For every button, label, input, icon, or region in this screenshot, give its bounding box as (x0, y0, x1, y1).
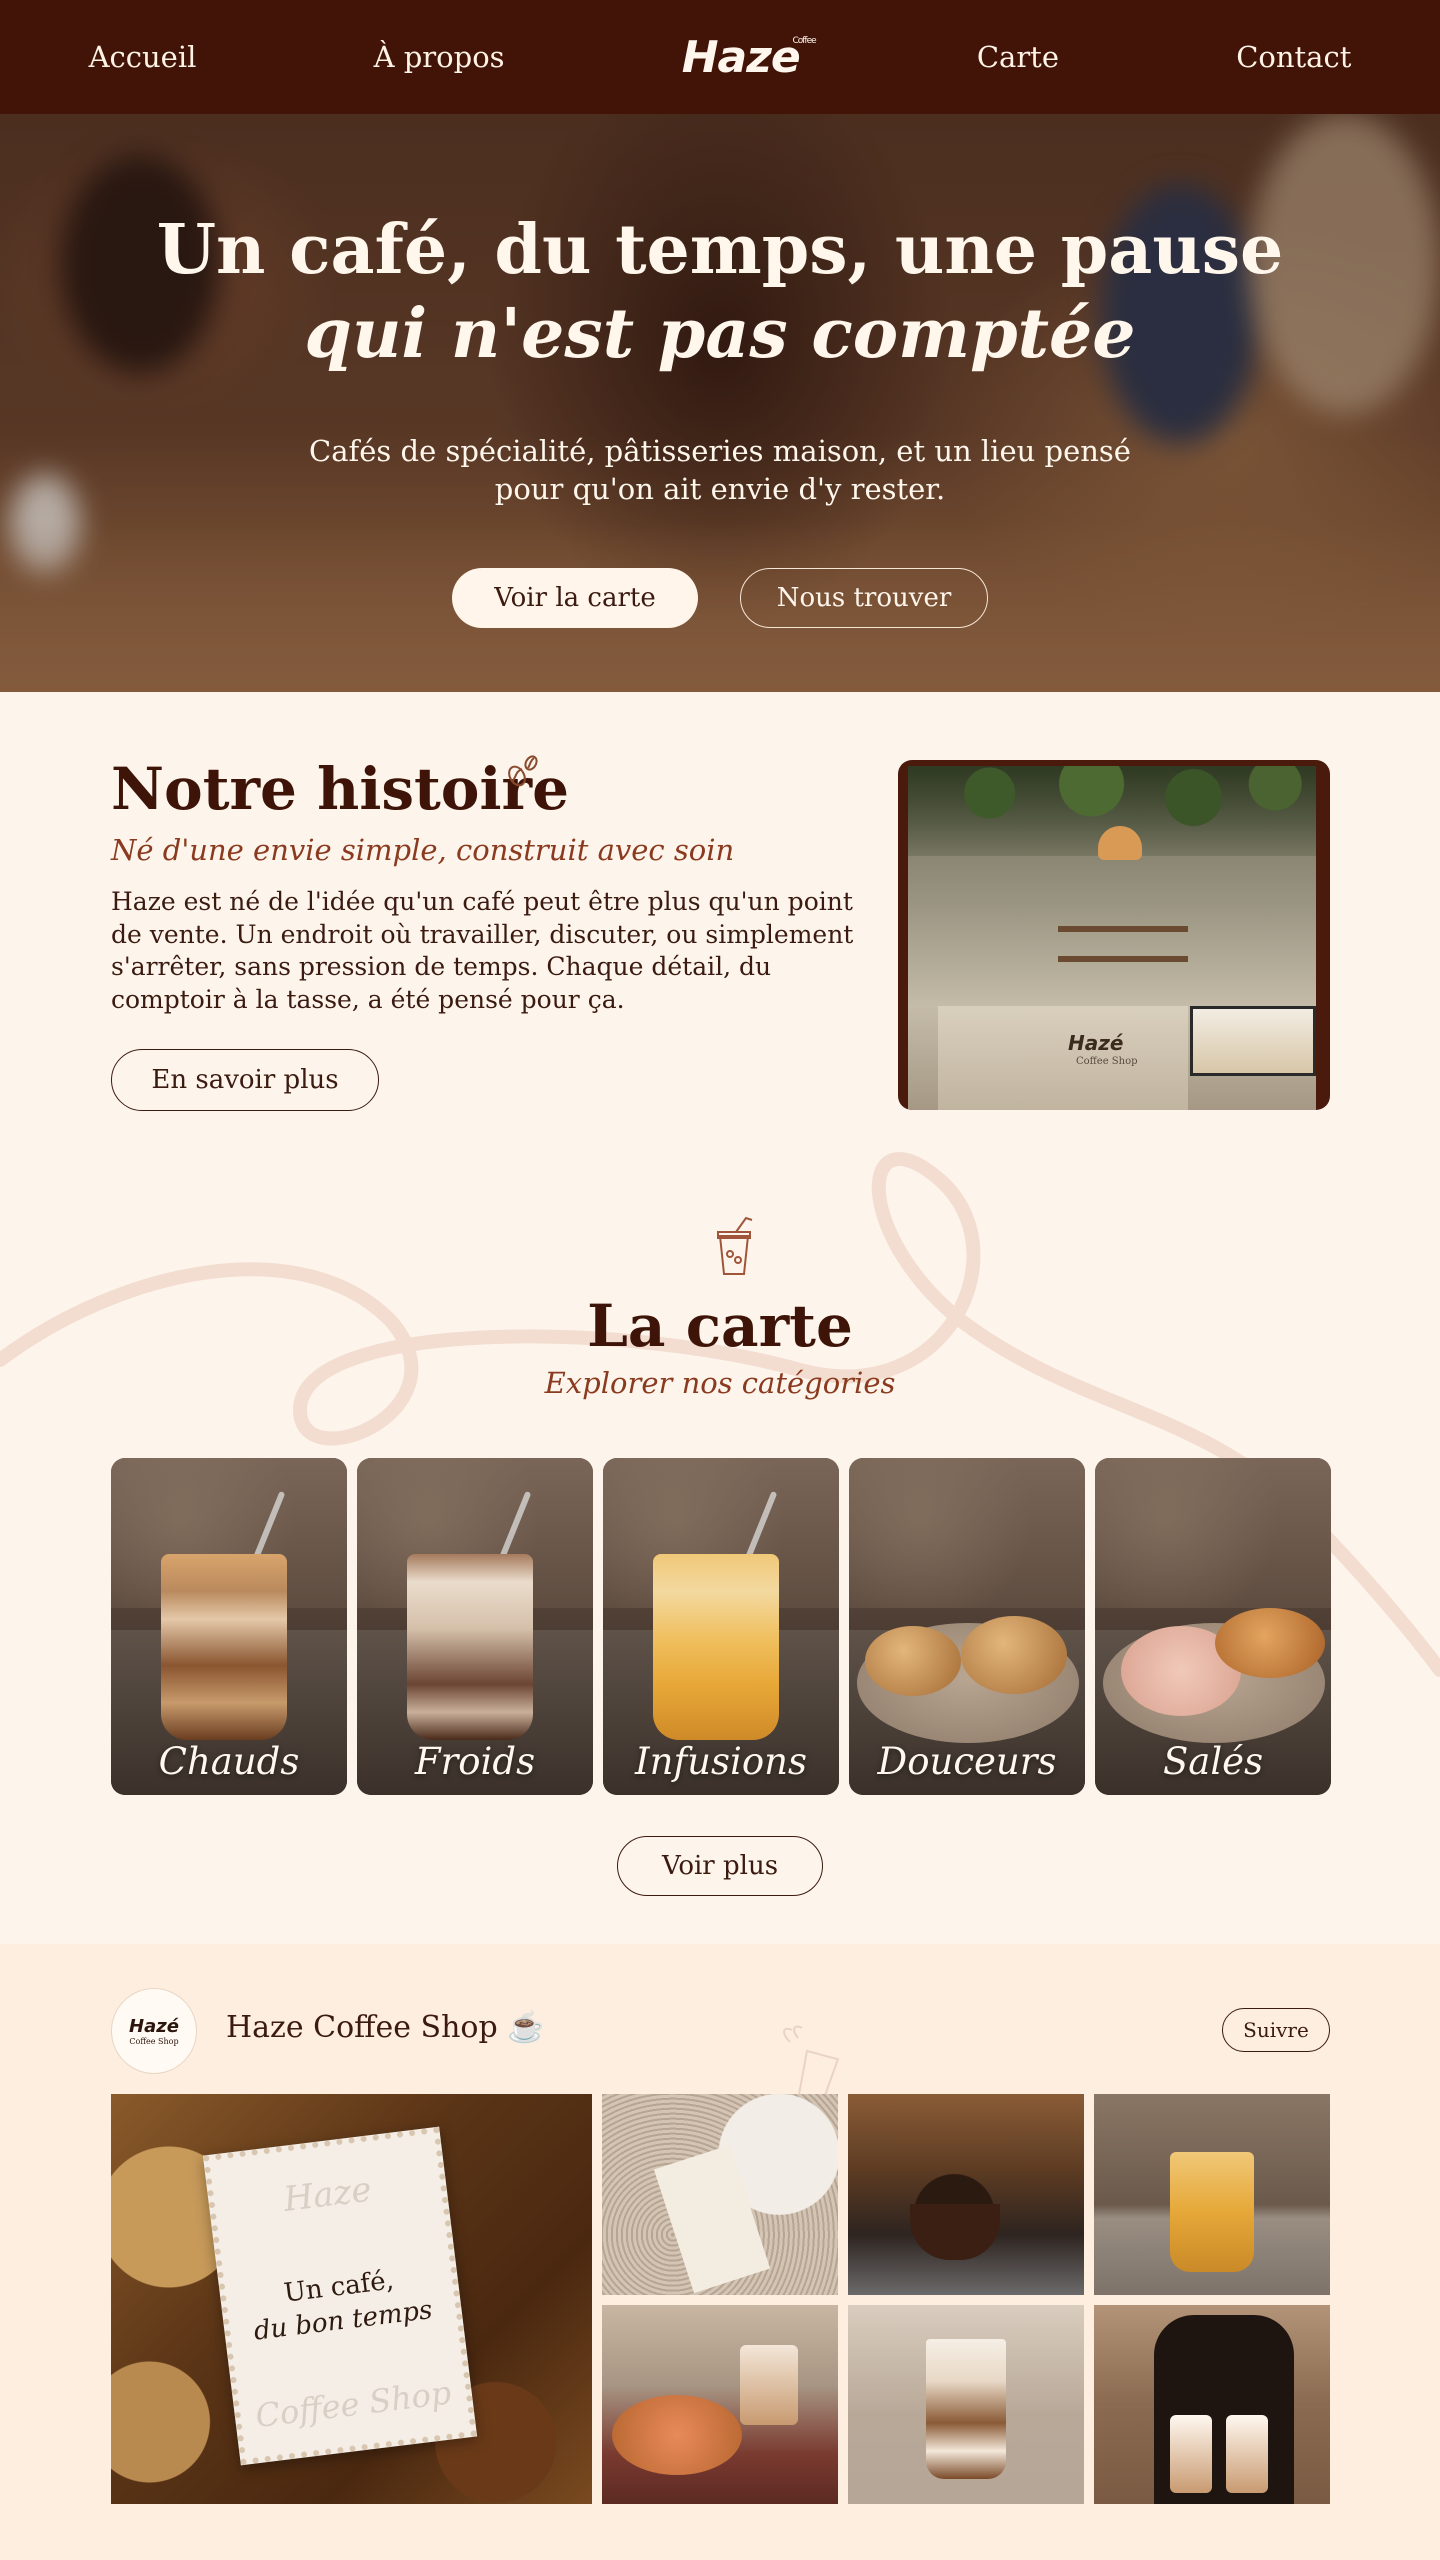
instagram-post-featured[interactable]: Haze Un café, du bon temps Coffee Shop (111, 2094, 592, 2504)
avatar-sub: Coffee Shop (129, 2037, 179, 2046)
account-name[interactable]: Haze Coffee Shop ☕ (226, 2010, 545, 2045)
menu-title: La carte (587, 1292, 853, 1360)
espresso-cup-image (910, 2204, 1000, 2260)
category-label: Chauds (158, 1740, 300, 1783)
iced-tea-glass (653, 1554, 779, 1740)
category-card-douceurs[interactable]: Douceurs (849, 1458, 1085, 1795)
avatar[interactable]: Hazé Coffee Shop (111, 1988, 197, 2074)
pastry-display (1190, 1006, 1316, 1076)
hero-subtitle: Cafés de spécialité, pâtisseries maison,… (309, 434, 1131, 506)
frappe-cup-image (926, 2339, 1006, 2479)
instagram-post[interactable] (1094, 2094, 1330, 2295)
instagram-post[interactable] (848, 2094, 1084, 2295)
story-title: Notre histoire (111, 755, 569, 823)
coffee-beans-icon (503, 752, 543, 796)
nav-link-accueil[interactable]: Accueil (89, 40, 197, 74)
instagram-post[interactable] (602, 2094, 838, 2295)
category-label: Froids (414, 1740, 536, 1783)
instagram-post[interactable] (1094, 2305, 1330, 2504)
coffee-shop-photo: Hazé Coffee Shop (898, 760, 1330, 1110)
en-savoir-plus-button[interactable]: En savoir plus (111, 1049, 379, 1111)
story-paragraph: Haze est né de l'idée qu'un café peut êt… (111, 887, 854, 1014)
hero-title: Un café, du temps, une pause (156, 210, 1284, 290)
nav-link-carte[interactable]: Carte (977, 40, 1059, 74)
nav-link-contact[interactable]: Contact (1236, 40, 1351, 74)
instagram-post[interactable] (848, 2305, 1084, 2504)
counter-sign-sub: Coffee Shop (1076, 1056, 1138, 1067)
top-navigation: Accueil À propos Haze Coffee Carte Conta… (0, 0, 1440, 114)
nav-link-a-propos[interactable]: À propos (374, 40, 505, 74)
logo[interactable]: Haze Coffee (681, 31, 817, 83)
instagram-post[interactable] (602, 2305, 838, 2504)
category-label: Infusions (635, 1740, 807, 1783)
bagel-image (1215, 1608, 1325, 1678)
voir-plus-button[interactable]: Voir plus (617, 1836, 823, 1896)
cookie-image (961, 1616, 1067, 1694)
category-card-chauds[interactable]: Chauds (111, 1458, 347, 1795)
category-label: Douceurs (877, 1740, 1057, 1783)
avatar-logo: Hazé (129, 2016, 179, 2037)
category-card-froids[interactable]: Froids (357, 1458, 593, 1795)
suivre-button[interactable]: Suivre (1222, 2008, 1330, 2052)
postcard-stamp: Haze Un café, du bon temps Coffee Shop (202, 2126, 478, 2466)
nous-trouver-button[interactable]: Nous trouver (740, 568, 988, 628)
latte-mug-image (740, 2345, 798, 2425)
menu-subtitle: Explorer nos catégories (544, 1366, 896, 1400)
iced-tea-image (1170, 2152, 1254, 2272)
hero-section: Un café, du temps, une pause qui n'est p… (0, 114, 1440, 692)
story-subtitle: Né d'une envie simple, construit avec so… (111, 833, 735, 867)
category-label: Salés (1162, 1740, 1264, 1783)
menu-paper-image (653, 2144, 771, 2294)
coffee-counter (938, 1006, 1188, 1110)
logo-text: Haze (681, 31, 801, 83)
bagel-image (612, 2395, 742, 2475)
cookie-image (865, 1626, 961, 1696)
counter-sign: Hazé (1068, 1031, 1124, 1055)
voir-la-carte-button[interactable]: Voir la carte (452, 568, 698, 628)
category-card-infusions[interactable]: Infusions (603, 1458, 839, 1795)
hot-drink-glass (161, 1554, 287, 1740)
iced-coffee-cup-icon (706, 1216, 762, 1284)
hero-title-italic: qui n'est pas comptée (304, 294, 1136, 374)
category-card-sales[interactable]: Salés (1095, 1458, 1331, 1795)
logo-mark: Coffee (792, 35, 816, 46)
iced-latte-glass (407, 1554, 533, 1740)
